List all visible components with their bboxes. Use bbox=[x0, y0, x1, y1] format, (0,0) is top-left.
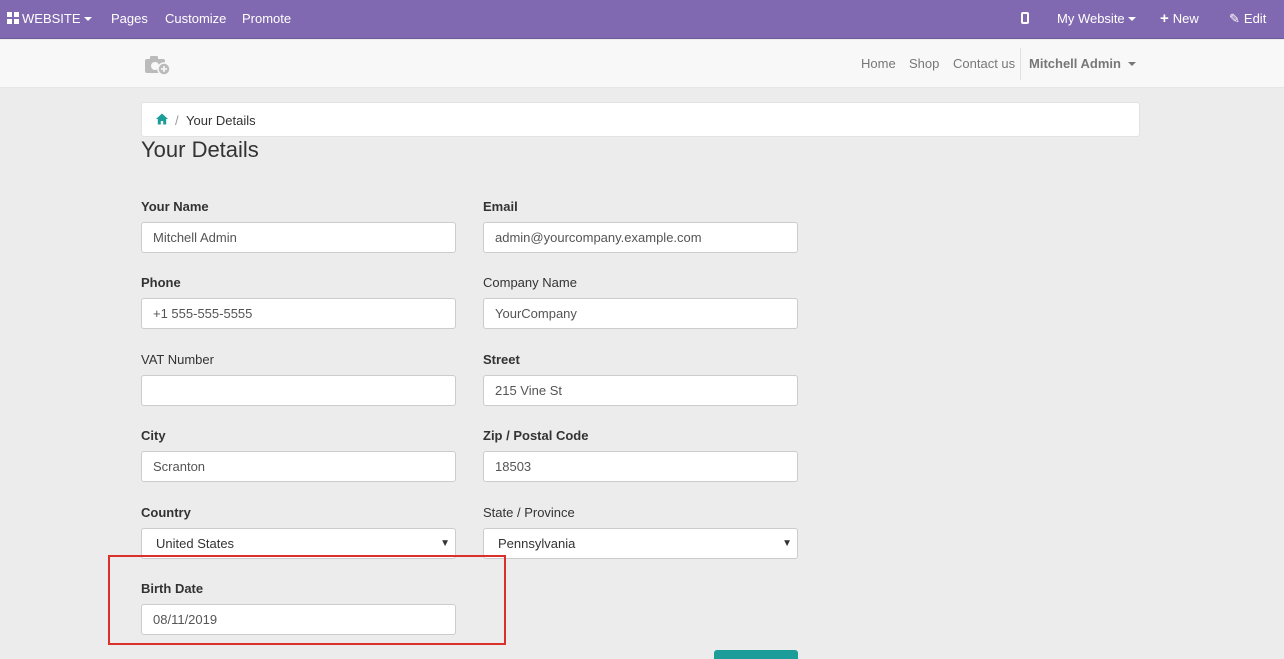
menu-promote[interactable]: Promote bbox=[242, 0, 291, 39]
breadcrumb-current: Your Details bbox=[186, 113, 256, 128]
website-app-label: WEBSITE bbox=[22, 11, 81, 26]
nav-contact-us[interactable]: Contact us bbox=[953, 56, 1015, 71]
name-input[interactable] bbox=[141, 222, 456, 253]
email-label: Email bbox=[483, 199, 518, 214]
apps-grid-icon bbox=[7, 12, 19, 25]
website-app-menu[interactable]: WEBSITE bbox=[7, 0, 92, 39]
new-label: New bbox=[1172, 11, 1199, 26]
nav-home[interactable]: Home bbox=[861, 56, 896, 71]
name-label: Your Name bbox=[141, 199, 209, 214]
chevron-down-icon bbox=[1127, 16, 1136, 21]
email-input[interactable] bbox=[483, 222, 798, 253]
user-menu[interactable]: Mitchell Admin bbox=[1029, 56, 1136, 71]
edit-button[interactable]: ✎ Edit bbox=[1229, 0, 1266, 39]
vat-input[interactable] bbox=[141, 375, 456, 406]
nav-divider bbox=[1020, 48, 1021, 80]
edit-label: Edit bbox=[1243, 11, 1267, 26]
state-label: State / Province bbox=[483, 505, 575, 520]
website-selector[interactable]: My Website bbox=[1057, 0, 1136, 39]
select-arrow-icon: ▼ bbox=[440, 538, 450, 549]
menu-pages[interactable]: Pages bbox=[111, 0, 148, 39]
camera-logo-icon[interactable] bbox=[144, 53, 172, 77]
birth-date-label: Birth Date bbox=[141, 581, 204, 596]
select-arrow-icon: ▼ bbox=[782, 538, 792, 549]
phone-label: Phone bbox=[141, 275, 181, 290]
state-select[interactable]: Pennsylvania ▼ bbox=[483, 528, 798, 559]
breadcrumb-separator: / bbox=[175, 113, 179, 128]
user-name: Mitchell Admin bbox=[1029, 56, 1121, 71]
new-button[interactable]: + New bbox=[1160, 0, 1199, 39]
street-input[interactable] bbox=[483, 375, 798, 406]
admin-topbar: WEBSITE Pages Customize Promote My Websi… bbox=[0, 0, 1284, 39]
mobile-phone-icon bbox=[1021, 12, 1029, 25]
chevron-down-icon bbox=[83, 16, 92, 21]
page-title: Your Details bbox=[141, 137, 259, 162]
company-label: Company Name bbox=[483, 275, 577, 290]
nav-shop[interactable]: Shop bbox=[909, 56, 939, 71]
chevron-down-icon bbox=[1127, 61, 1136, 66]
pencil-icon: ✎ bbox=[1229, 11, 1240, 26]
street-label: Street bbox=[483, 352, 520, 367]
website-selector-label: My Website bbox=[1057, 11, 1125, 26]
zip-input[interactable] bbox=[483, 451, 798, 482]
submit-button[interactable] bbox=[714, 650, 798, 659]
city-label: City bbox=[141, 428, 166, 443]
plus-icon: + bbox=[1160, 10, 1169, 27]
country-select[interactable]: United States ▼ bbox=[141, 528, 456, 559]
city-input[interactable] bbox=[141, 451, 456, 482]
country-selected-value: United States bbox=[156, 536, 235, 551]
country-label: Country bbox=[141, 505, 191, 520]
site-header: Home Shop Contact us Mitchell Admin bbox=[0, 40, 1284, 88]
menu-customize[interactable]: Customize bbox=[165, 0, 226, 39]
breadcrumb: / Your Details bbox=[141, 102, 1140, 137]
mobile-preview-button[interactable] bbox=[1021, 0, 1029, 39]
home-icon[interactable] bbox=[156, 113, 168, 125]
birth-date-input[interactable] bbox=[141, 604, 456, 635]
state-selected-value: Pennsylvania bbox=[498, 536, 576, 551]
zip-label: Zip / Postal Code bbox=[483, 428, 589, 443]
phone-input[interactable] bbox=[141, 298, 456, 329]
vat-label: VAT Number bbox=[141, 352, 214, 367]
company-input[interactable] bbox=[483, 298, 798, 329]
